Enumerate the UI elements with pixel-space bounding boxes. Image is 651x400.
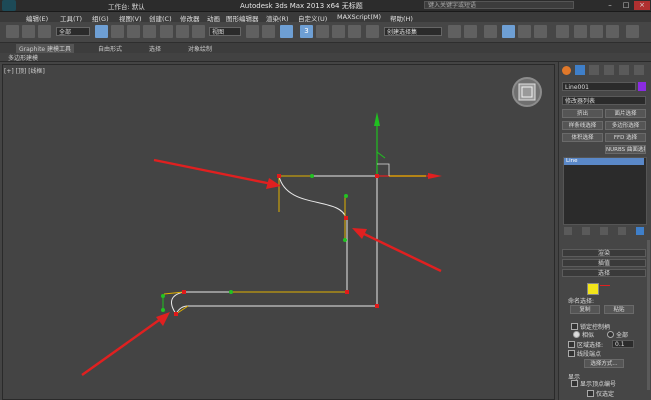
rollout-selection[interactable]: 选择 (562, 269, 646, 277)
stack-item-line[interactable]: Line (564, 158, 644, 165)
motion-tab-icon[interactable] (604, 65, 614, 75)
area-select-spinner[interactable]: 0.1 (612, 340, 634, 348)
spline-vertices[interactable] (161, 174, 379, 316)
rollout-rendering[interactable]: 渲染 (562, 249, 646, 257)
show-end-result-icon[interactable] (582, 227, 590, 235)
viewport-scene (81, 77, 542, 376)
all-label: 全部 (616, 332, 629, 339)
modifier-list-dropdown[interactable]: 修改器列表 (562, 96, 646, 105)
remove-modifier-icon[interactable] (618, 227, 626, 235)
similar-label: 相似 (582, 332, 595, 339)
vertex-mode-icon[interactable] (587, 283, 599, 295)
rollout-interpolation[interactable]: 插值 (562, 259, 646, 267)
show-vertex-numbers-checkbox[interactable] (571, 380, 578, 387)
volume-select-button[interactable]: 体积选择 (562, 133, 603, 142)
only-selected-label: 仅选定 (596, 391, 615, 398)
segment-end-checkbox[interactable] (568, 350, 575, 357)
ffd-select-button[interactable]: FFD 选择 (605, 133, 646, 142)
pin-stack-icon[interactable] (564, 227, 572, 235)
lock-handles-checkbox[interactable] (571, 323, 578, 330)
patch-select-button[interactable]: 面片选择 (605, 109, 646, 118)
annotation-arrows (81, 158, 442, 376)
nurbs-select-button[interactable]: NURBS 曲面选择 (605, 145, 646, 154)
copy-button[interactable]: 复制 (570, 305, 600, 314)
close-button[interactable]: × (634, 1, 650, 10)
area-select-checkbox[interactable] (568, 341, 575, 348)
extrude-button[interactable]: 挤出 (562, 109, 603, 118)
make-unique-icon[interactable] (600, 227, 608, 235)
object-color-swatch[interactable] (638, 82, 646, 91)
display-tab-icon[interactable] (619, 65, 629, 75)
hierarchy-tab-icon[interactable] (589, 65, 599, 75)
similar-radio[interactable] (573, 331, 580, 338)
stack-controls (562, 226, 646, 236)
create-tab-icon[interactable] (562, 66, 571, 75)
configure-sets-icon[interactable] (636, 227, 644, 235)
poly-select-button[interactable]: 多边形选择 (605, 121, 646, 130)
area-select-label: 区域选择: (577, 342, 604, 349)
spline-select-button[interactable]: 样条线选择 (562, 121, 603, 130)
rendered-frame-icon[interactable] (590, 25, 603, 38)
modifier-stack-list[interactable] (563, 157, 647, 225)
segment-mode-icon[interactable] (600, 285, 610, 292)
object-name-field[interactable]: Line001 (562, 82, 636, 91)
render-icon[interactable] (606, 25, 619, 38)
paste-button[interactable]: 粘贴 (604, 305, 634, 314)
utilities-tab-icon[interactable] (634, 65, 644, 75)
render-setup-icon[interactable] (574, 25, 587, 38)
modify-tab-icon[interactable] (575, 65, 585, 75)
render-production-icon[interactable] (626, 25, 639, 38)
select-by-button[interactable]: 选择方式... (584, 359, 624, 368)
minimize-button[interactable]: – (602, 1, 618, 10)
maximize-button[interactable]: □ (618, 1, 634, 10)
viewcube-icon[interactable] (512, 77, 542, 107)
material-editor-icon[interactable] (556, 25, 569, 38)
segment-end-label: 线段端点 (577, 351, 602, 358)
named-selection-label: 命名选择: (568, 298, 595, 305)
command-panel-tabs (560, 64, 648, 76)
only-selected-checkbox[interactable] (587, 390, 594, 397)
panel-scrollbar[interactable] (647, 240, 650, 390)
transform-gizmo[interactable] (374, 112, 442, 179)
show-vertex-numbers-label: 显示顶点编号 (580, 381, 617, 388)
all-radio[interactable] (607, 331, 614, 338)
